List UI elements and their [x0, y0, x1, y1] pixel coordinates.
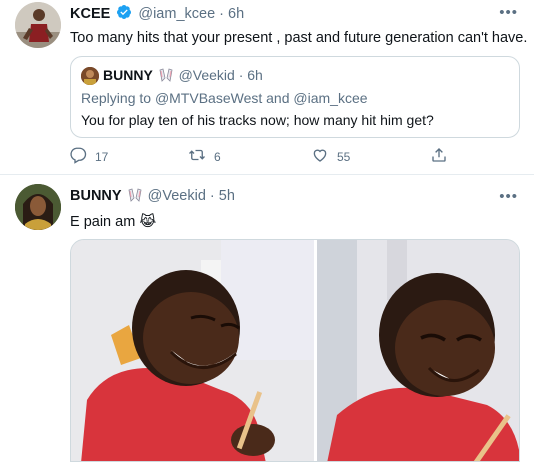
author-name[interactable]: KCEE: [70, 6, 110, 22]
separator-dot: ·: [219, 6, 225, 22]
bunny-avatar-small: [81, 67, 99, 85]
tweet-text: E pain am 😹: [70, 214, 156, 230]
quote-author-handle[interactable]: @Veekid: [179, 67, 235, 83]
retweet-icon: [188, 146, 206, 167]
reply-user-link[interactable]: @MTVBaseWest: [155, 90, 262, 106]
rabbit-emoji-icon: [157, 67, 179, 83]
reply-count: 17: [95, 149, 109, 164]
retweet-count: 6: [214, 149, 221, 164]
quote-header: BUNNY @Veekid · 6h: [103, 67, 263, 83]
replying-prefix: Replying to: [81, 90, 152, 106]
tweet-bunny[interactable]: BUNNY @Veekid · 5h ••• E pain am 😹: [0, 176, 534, 462]
media-image-left[interactable]: [71, 240, 314, 461]
author-handle[interactable]: @Veekid: [148, 188, 206, 204]
reply-button[interactable]: 17: [69, 146, 108, 167]
tweet1-header: KCEE @iam_kcee · 6h: [70, 4, 244, 24]
quote-text: You for play ten of his tracks now; how …: [81, 112, 434, 128]
crying-laughing-cat-emoji: 😹: [139, 214, 157, 230]
author-handle[interactable]: @iam_kcee: [138, 6, 215, 22]
more-icon[interactable]: •••: [499, 188, 518, 205]
tweet2-header: BUNNY @Veekid · 5h: [70, 188, 235, 204]
reply-icon: [69, 146, 87, 167]
like-icon: [311, 146, 329, 167]
author-name[interactable]: BUNNY: [70, 188, 122, 204]
quote-author-name[interactable]: BUNNY: [103, 67, 153, 83]
reply-user-link[interactable]: @iam_kcee: [293, 90, 367, 106]
separator-dot: ·: [238, 67, 244, 83]
tweet-time[interactable]: 5h: [219, 188, 235, 204]
tweet-media[interactable]: [70, 239, 520, 462]
verified-badge-icon: [116, 4, 132, 24]
kcee-avatar[interactable]: [15, 2, 61, 48]
quoted-tweet[interactable]: BUNNY @Veekid · 6h Replying to @MTVBaseW…: [70, 56, 520, 138]
tweet-text: Too many hits that your present , past a…: [70, 30, 528, 46]
tweet-text-content: E pain am: [70, 214, 136, 230]
quote-time[interactable]: 6h: [247, 67, 263, 83]
separator-dot: ·: [209, 188, 215, 204]
media-image-right[interactable]: [317, 240, 519, 461]
more-icon[interactable]: •••: [499, 4, 518, 21]
tweet-kcee[interactable]: KCEE @iam_kcee · 6h ••• Too many hits th…: [0, 0, 534, 175]
bunny-avatar[interactable]: [15, 184, 61, 230]
like-button[interactable]: 55: [311, 146, 350, 167]
tweet-actions: 17 6 55: [64, 146, 464, 170]
like-count: 55: [337, 149, 351, 164]
tweet-time[interactable]: 6h: [228, 6, 244, 22]
rabbit-emoji-icon: [126, 188, 148, 204]
reply-and: and: [266, 90, 290, 106]
replying-to: Replying to @MTVBaseWest and @iam_kcee: [81, 90, 368, 106]
share-icon: [430, 146, 448, 167]
retweet-button[interactable]: 6: [188, 146, 221, 167]
share-button[interactable]: [430, 146, 448, 167]
